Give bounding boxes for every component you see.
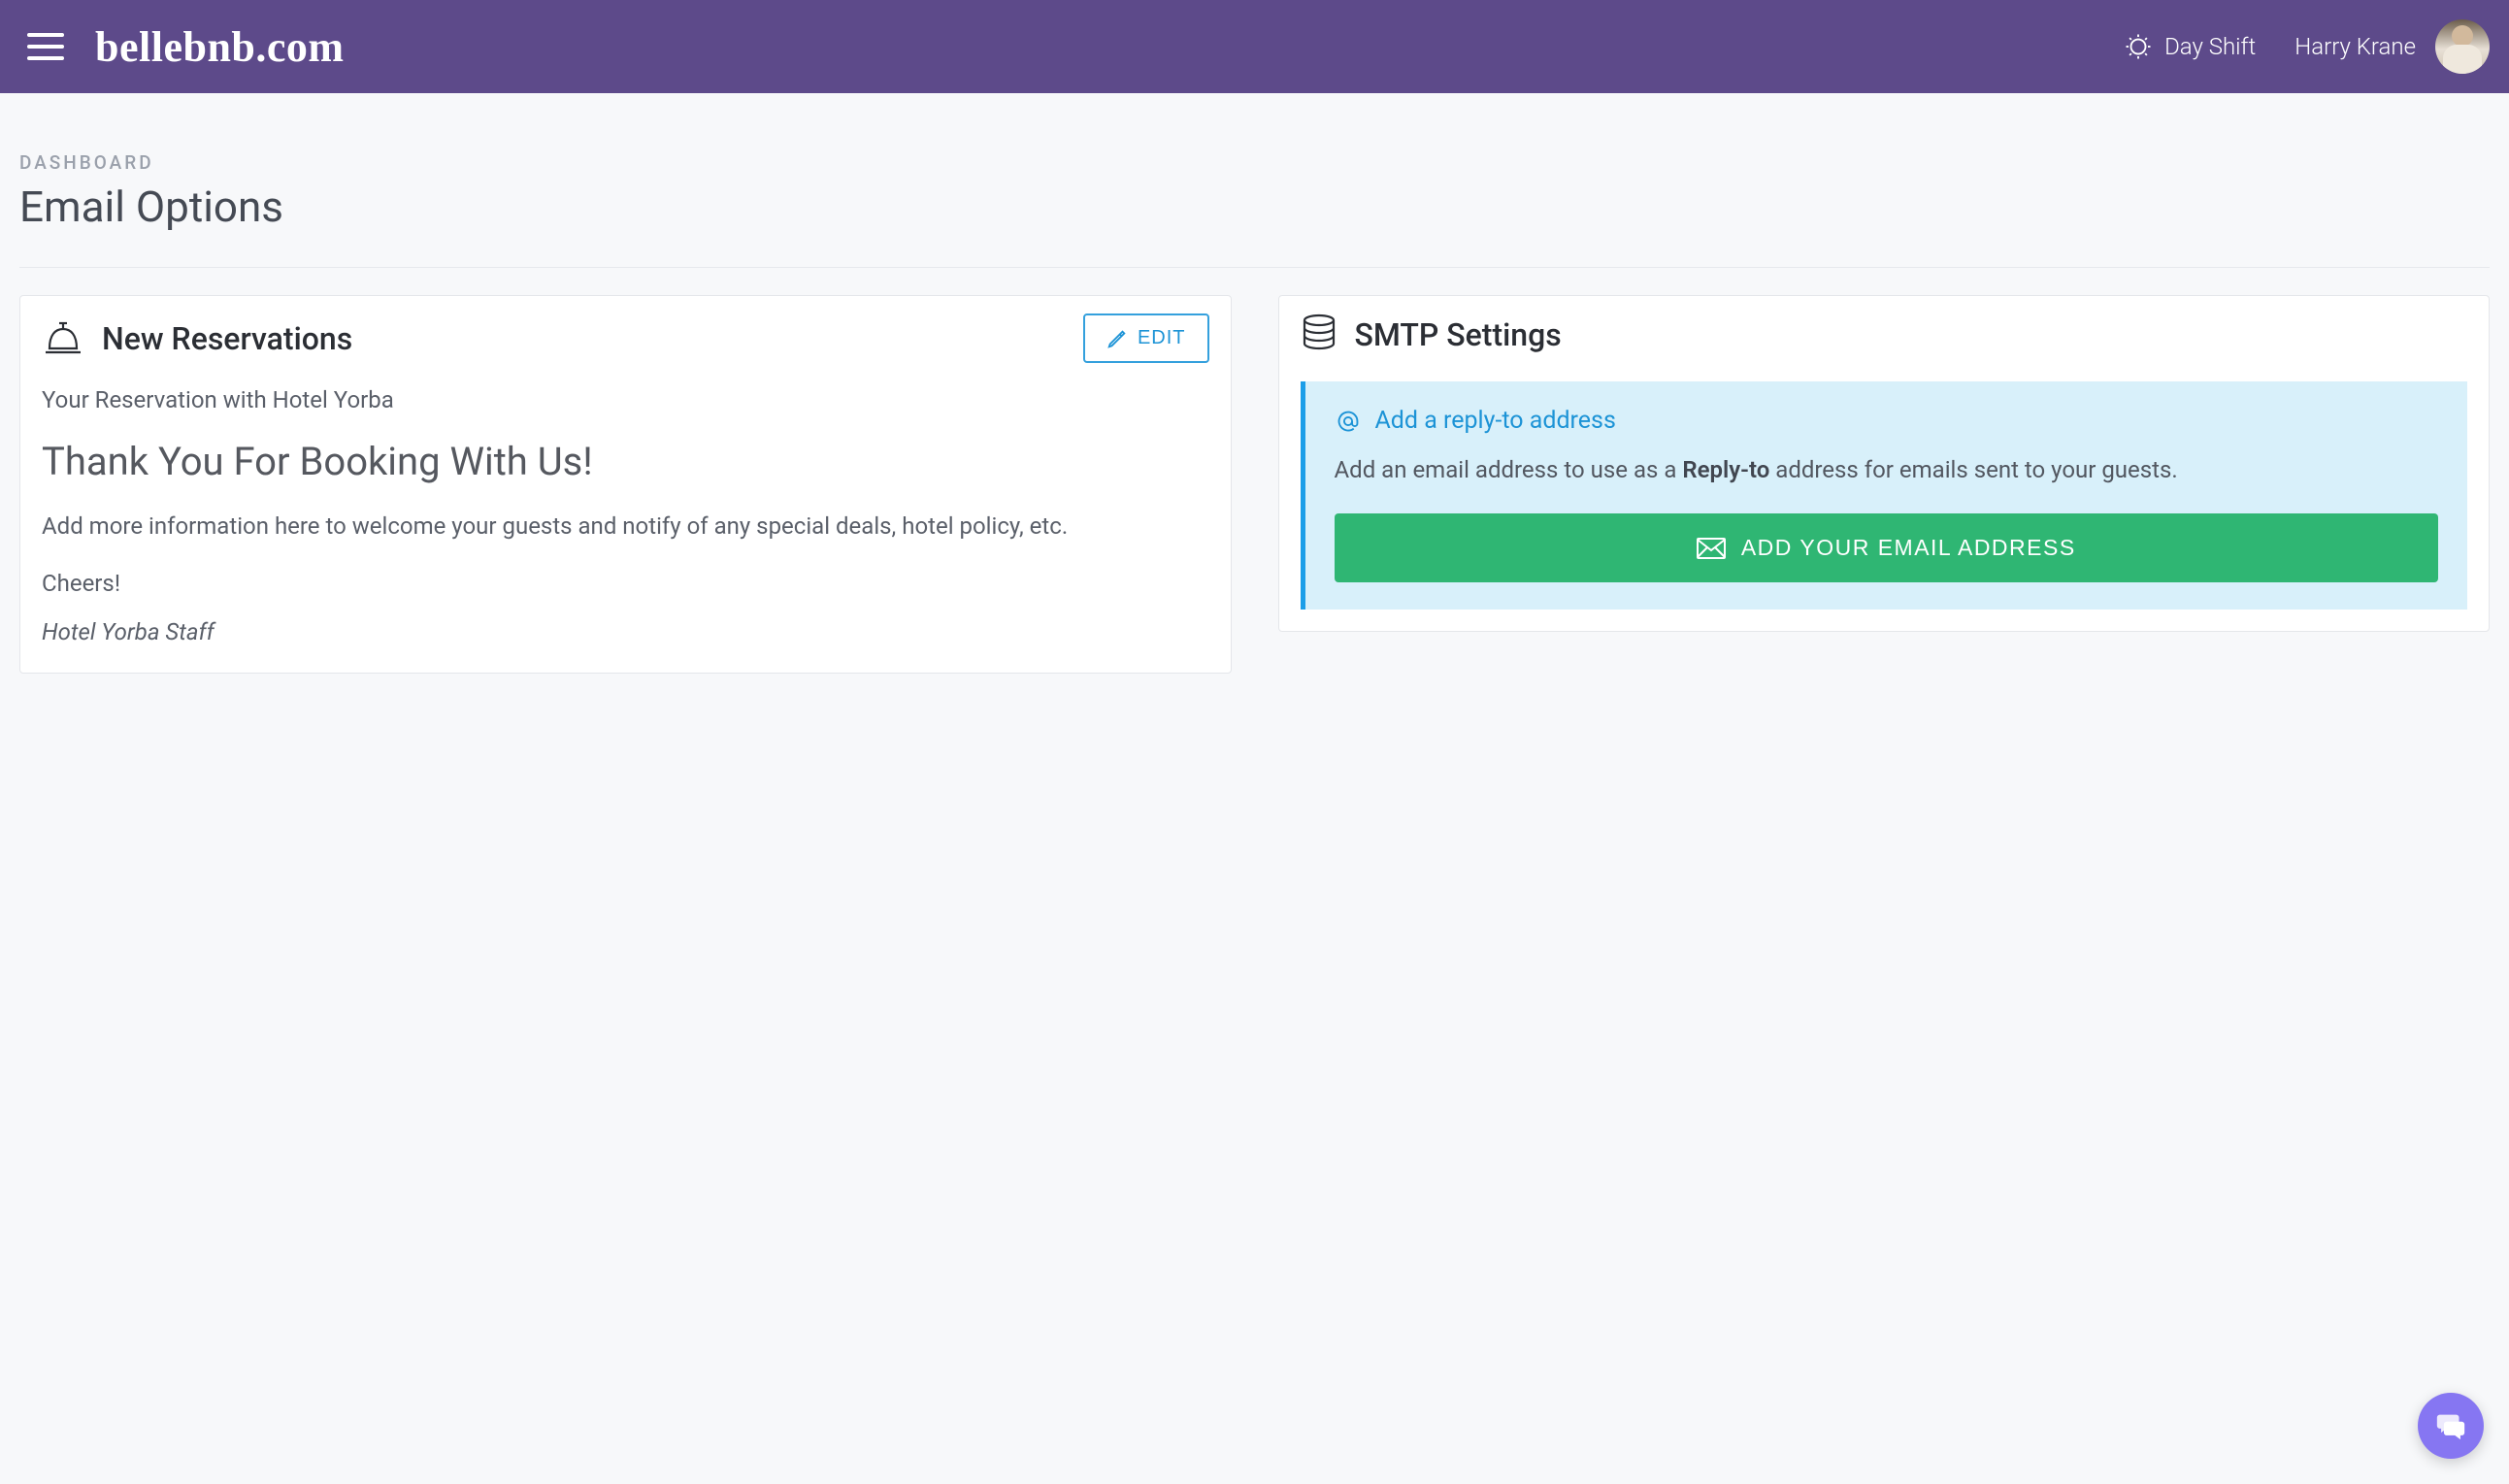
bell-icon [42,319,84,358]
edit-button-label: EDIT [1138,327,1186,349]
breadcrumb: DASHBOARD [19,151,2490,174]
mail-icon [1697,538,1726,559]
main-content: DASHBOARD Email Options New Reservations [0,93,2509,712]
logo[interactable]: bellebnb.com [95,22,345,72]
reservation-signature: Hotel Yorba Staff [42,618,1209,645]
reservation-signoff: Cheers! [42,570,1209,597]
callout-title: Add a reply-to address [1375,407,1616,435]
chat-icon [2434,1409,2467,1442]
reservation-subject: Your Reservation with Hotel Yorba [42,386,1209,413]
sun-icon [2124,32,2153,61]
reservation-body: Add more information here to welcome you… [42,509,1209,544]
reservation-headline: Thank You For Booking With Us! [42,437,1209,487]
reservations-card-title: New Reservations [102,320,352,357]
add-email-button-label: ADD YOUR EMAIL ADDRESS [1741,535,2076,561]
database-icon [1301,313,1337,356]
app-header: bellebnb.com Day Shift Harry Krane [0,0,2509,93]
user-name[interactable]: Harry Krane [2294,33,2416,60]
edit-button[interactable]: EDIT [1083,313,1209,363]
pencil-icon [1106,328,1128,349]
shift-label: Day Shift [2164,33,2256,60]
callout-body: Add an email address to use as a Reply-t… [1335,452,2439,488]
chat-fab[interactable] [2418,1393,2484,1459]
menu-icon[interactable] [23,29,68,64]
page-title: Email Options [19,181,2490,232]
add-email-button[interactable]: ADD YOUR EMAIL ADDRESS [1335,513,2439,582]
divider [19,267,2490,268]
shift-toggle[interactable]: Day Shift [2124,32,2256,61]
avatar[interactable] [2435,19,2490,74]
new-reservations-card: New Reservations EDIT Your Reservation w… [19,295,1232,674]
smtp-settings-card: SMTP Settings Add a reply-to address Add… [1278,295,2491,632]
at-icon [1335,408,1362,435]
smtp-card-title: SMTP Settings [1355,316,1562,353]
reply-to-callout: Add a reply-to address Add an email addr… [1301,381,2468,610]
